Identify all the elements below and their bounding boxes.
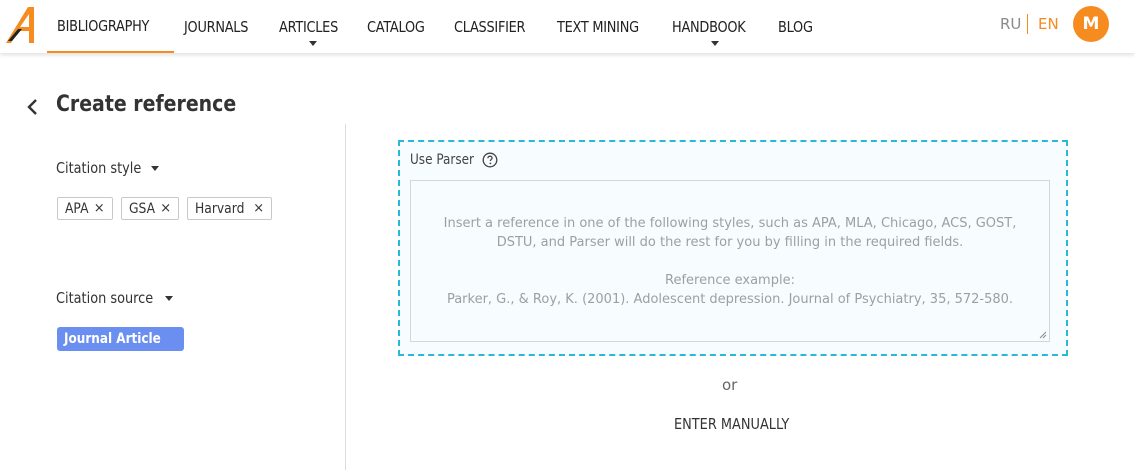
panel-divider xyxy=(345,124,346,470)
placeholder-line: DSTU, and Parser will do the rest for yo… xyxy=(496,235,964,250)
or-separator: or xyxy=(722,376,738,394)
chip-gsa: GSA × xyxy=(120,197,180,220)
citation-style-chips: APA × GSA × Harvard × xyxy=(57,197,273,220)
parser-panel: Use Parser Insert a reference in one of … xyxy=(398,140,1068,356)
citation-source-badge[interactable]: Journal Article xyxy=(57,327,184,351)
caret-down-icon xyxy=(711,41,720,46)
caret-down-icon xyxy=(165,295,174,301)
lang-separator xyxy=(1027,14,1028,34)
nav-catalog[interactable]: CATALOG xyxy=(357,0,444,53)
lang-en[interactable]: EN xyxy=(1038,15,1059,33)
nav-handbook[interactable]: HANDBOOK xyxy=(662,0,767,53)
remove-icon[interactable]: × xyxy=(160,201,171,216)
enter-manually-button[interactable]: ENTER MANUALLY xyxy=(674,415,808,433)
main-nav: BIBLIOGRAPHY JOURNALS ARTICLES CATALOG C… xyxy=(47,0,828,53)
chevron-left-icon[interactable] xyxy=(25,98,41,116)
citation-source-dropdown[interactable]: Citation source xyxy=(56,289,174,307)
caret-down-icon xyxy=(309,41,318,46)
logo-icon[interactable] xyxy=(6,5,40,45)
chip-apa: APA × xyxy=(57,197,113,220)
resize-grip-icon[interactable] xyxy=(1039,331,1047,339)
nav-journals[interactable]: JOURNALS xyxy=(174,0,269,53)
caret-down-icon xyxy=(151,165,160,171)
nav-bibliography[interactable]: BIBLIOGRAPHY xyxy=(47,0,175,53)
top-navbar: BIBLIOGRAPHY JOURNALS ARTICLES CATALOG C… xyxy=(0,0,1135,53)
parser-textarea[interactable]: Insert a reference in one of the followi… xyxy=(410,180,1050,342)
placeholder-line: Insert a reference in one of the followi… xyxy=(443,216,1017,231)
nav-articles[interactable]: ARTICLES xyxy=(269,0,358,53)
example-title: Reference example: xyxy=(665,273,795,288)
user-avatar[interactable]: M xyxy=(1073,6,1109,42)
page-title: Create reference xyxy=(56,92,237,117)
nav-text-mining[interactable]: TEXT MINING xyxy=(547,0,662,53)
nav-blog[interactable]: BLOG xyxy=(768,0,828,53)
remove-icon[interactable]: × xyxy=(94,201,105,216)
remove-icon[interactable]: × xyxy=(253,201,264,216)
chip-harvard: Harvard × xyxy=(187,197,273,220)
nav-classifier[interactable]: CLASSIFIER xyxy=(444,0,547,53)
lang-ru[interactable]: RU xyxy=(1000,15,1021,33)
help-icon[interactable] xyxy=(482,152,498,168)
parser-label: Use Parser xyxy=(410,152,498,168)
citation-style-dropdown[interactable]: Citation style xyxy=(56,159,160,177)
example-text: Parker, G., & Roy, K. (2001). Adolescent… xyxy=(446,292,1014,307)
